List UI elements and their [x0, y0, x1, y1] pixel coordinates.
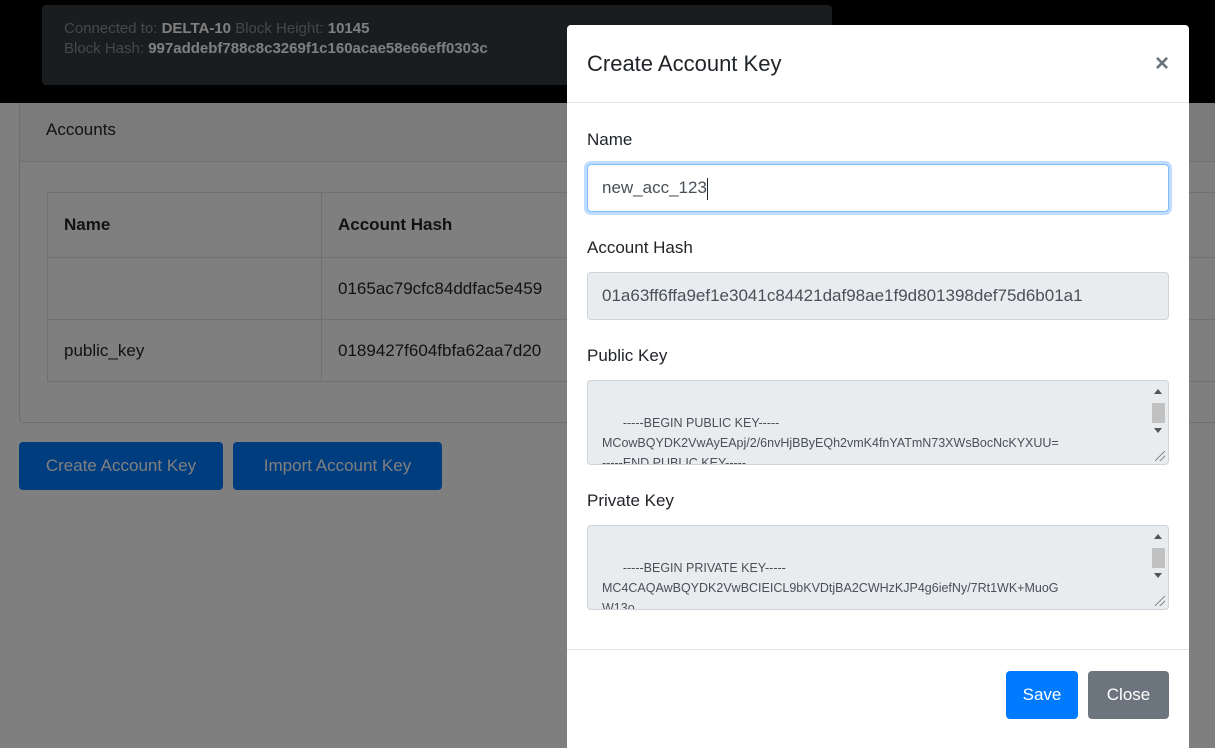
private-key-label: Private Key: [587, 491, 674, 510]
private-key-text: -----BEGIN PRIVATE KEY----- MC4CAQAwBQYD…: [602, 561, 1059, 610]
scroll-up-arrow-icon[interactable]: [1154, 534, 1162, 539]
scroll-thumb[interactable]: [1152, 548, 1165, 568]
account-hash-label: Account Hash: [587, 238, 693, 257]
scroll-thumb[interactable]: [1152, 403, 1165, 423]
public-key-label: Public Key: [587, 346, 668, 365]
resize-grip-icon[interactable]: [1155, 596, 1165, 606]
save-button[interactable]: Save: [1006, 671, 1078, 719]
public-key-text: -----BEGIN PUBLIC KEY----- MCowBQYDK2VwA…: [602, 416, 1059, 465]
name-label: Name: [587, 130, 633, 149]
account-hash-field[interactable]: 01a63ff6ffa9ef1e3041c84421daf98ae1f9d801…: [587, 272, 1169, 320]
private-key-scrollbar[interactable]: [1151, 528, 1166, 586]
scroll-up-arrow-icon[interactable]: [1154, 389, 1162, 394]
modal-header: Create Account Key ×: [567, 25, 1189, 103]
close-icon[interactable]: ×: [1155, 51, 1169, 76]
public-key-scrollbar[interactable]: [1151, 383, 1166, 441]
modal-body: Name new_acc_123 Account Hash 01a63ff6ff…: [567, 130, 1189, 610]
close-button[interactable]: Close: [1088, 671, 1169, 719]
resize-grip-icon[interactable]: [1155, 451, 1165, 461]
modal-footer: Save Close: [567, 649, 1189, 748]
scroll-down-arrow-icon[interactable]: [1154, 573, 1162, 578]
name-input[interactable]: new_acc_123: [587, 164, 1169, 212]
create-account-key-modal: Create Account Key × Name new_acc_123 Ac…: [567, 25, 1189, 748]
scroll-down-arrow-icon[interactable]: [1154, 428, 1162, 433]
text-caret: [706, 177, 708, 200]
public-key-textarea[interactable]: -----BEGIN PUBLIC KEY----- MCowBQYDK2VwA…: [587, 380, 1169, 465]
modal-title: Create Account Key: [587, 50, 782, 76]
private-key-textarea[interactable]: -----BEGIN PRIVATE KEY----- MC4CAQAwBQYD…: [587, 525, 1169, 610]
name-input-value: new_acc_123: [602, 178, 707, 197]
